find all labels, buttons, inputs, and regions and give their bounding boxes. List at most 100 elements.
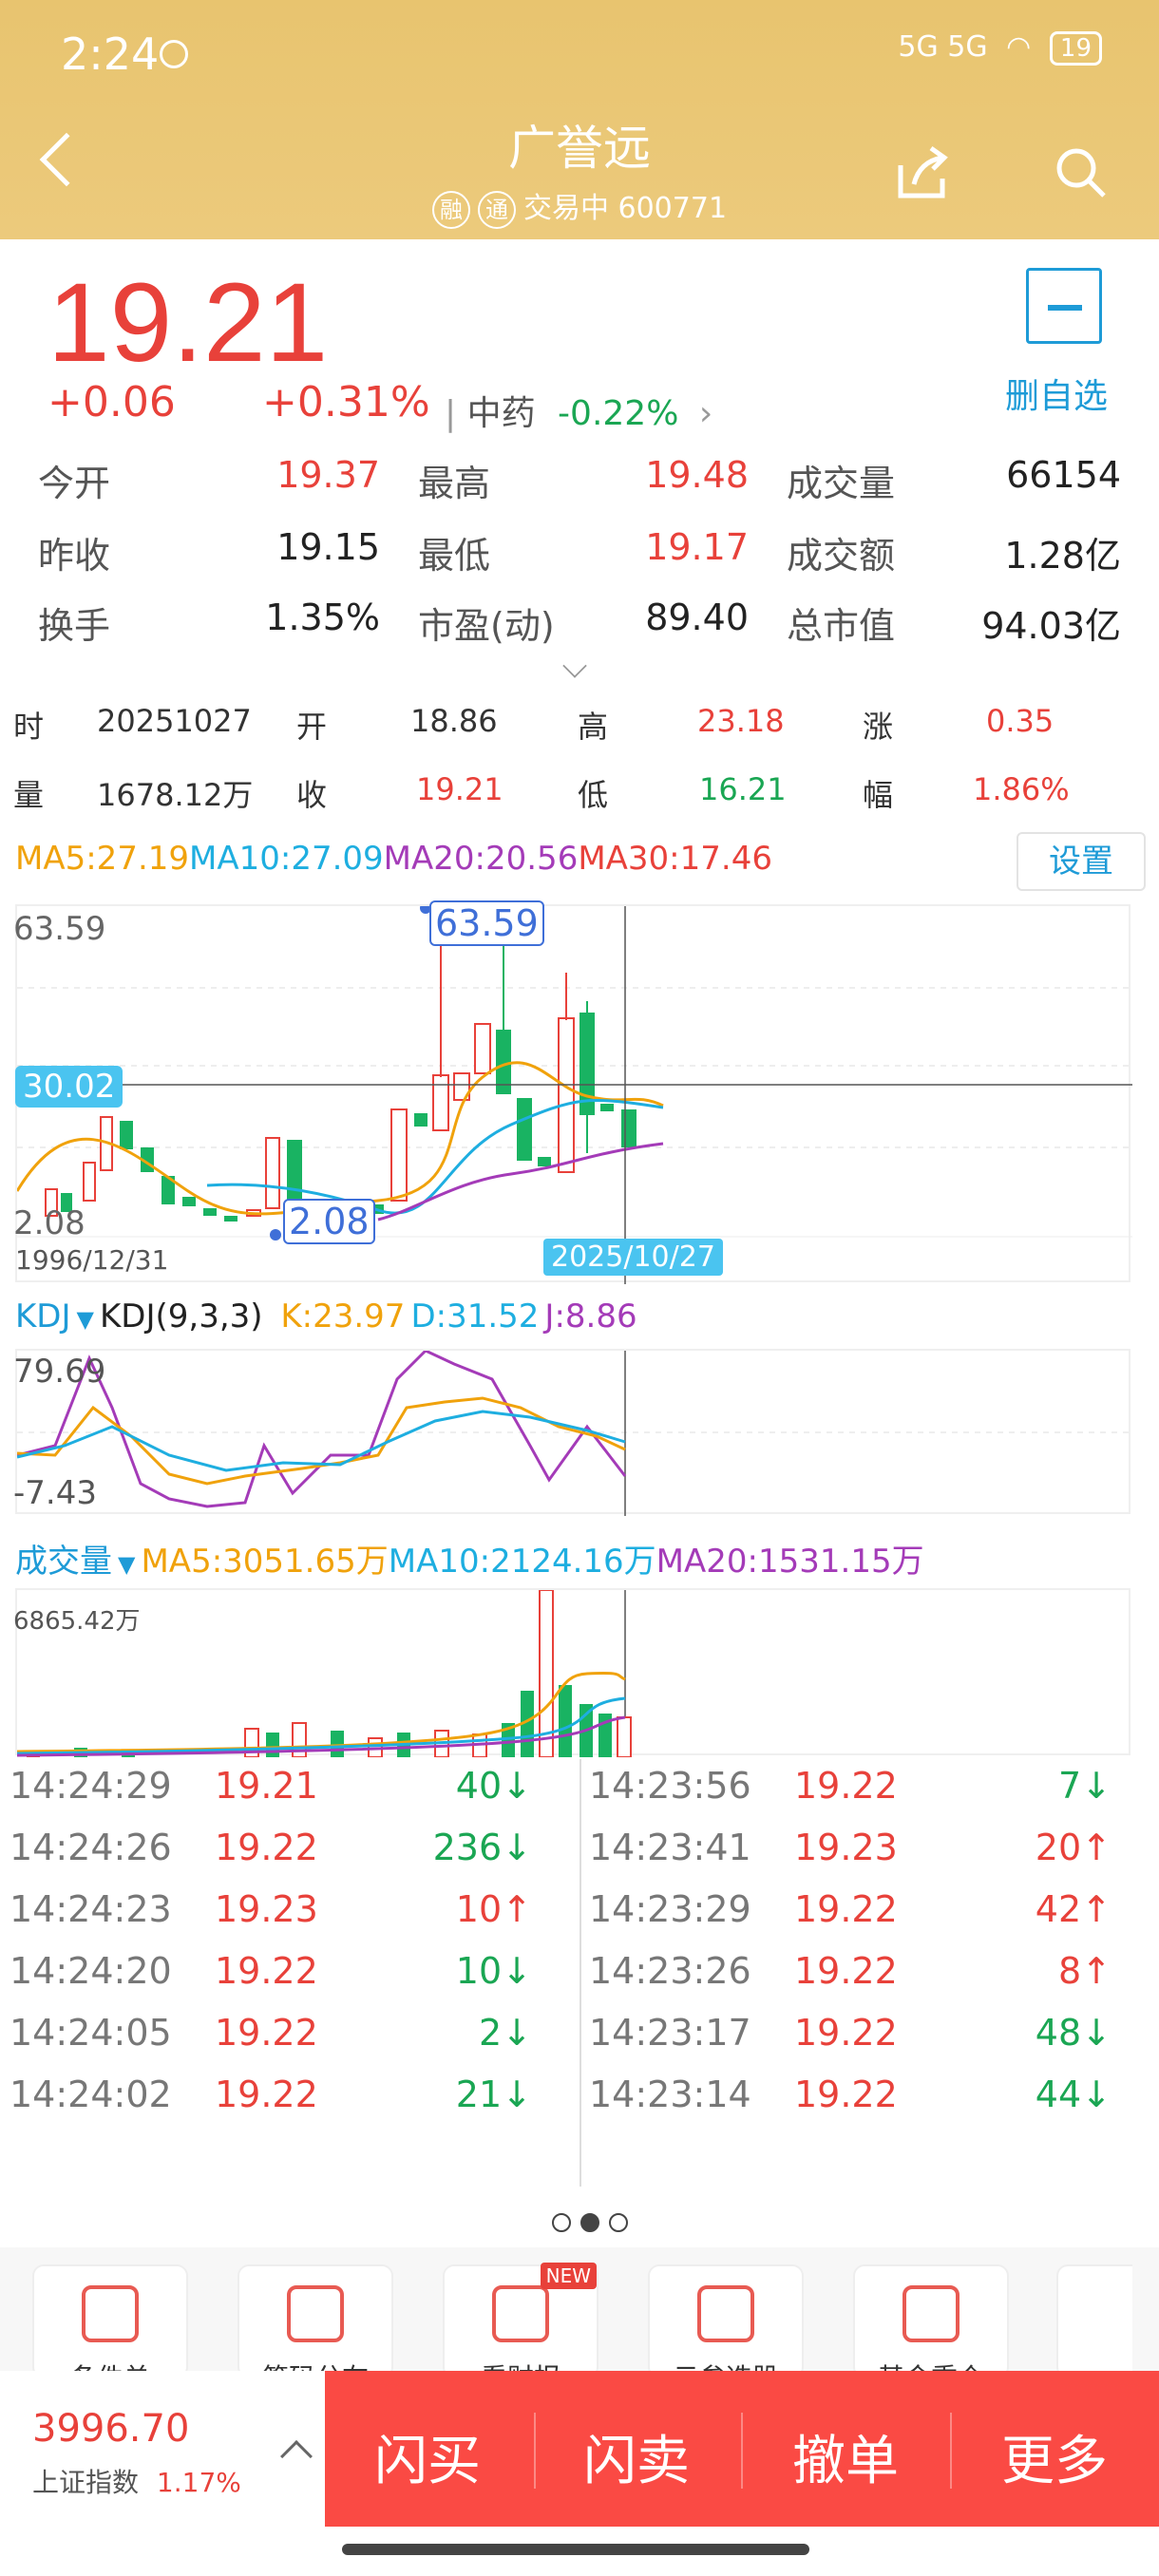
trade-time: 14:23:17 (589, 2012, 751, 2054)
index-name[interactable]: 上证指数 1.17% (32, 2462, 241, 2500)
trade-row: 14:23:17 19.22 48↓ (0, 2012, 1159, 2059)
stat-value: 1.35% (265, 597, 380, 638)
expand-chevron-icon[interactable] (562, 653, 587, 678)
search-icon[interactable] (1053, 144, 1110, 201)
connect-badge: 通 (477, 191, 516, 229)
trade-volume: 20↑ (1035, 1827, 1112, 1868)
tool-cloud-stock[interactable]: 云参选股 (648, 2264, 804, 2386)
sector-link[interactable]: | 中药 -0.22% › (445, 386, 712, 435)
divider (741, 2413, 743, 2489)
arrow-down-icon: ↓ (1081, 2012, 1112, 2054)
ma-legend: MA5:27.19MA10:27.09MA20:20.56MA30:17.46 (15, 840, 772, 878)
stat-value: 19.17 (645, 526, 749, 568)
stat-label: 昨收 (38, 535, 111, 577)
kline-max-label: 63.59 (13, 910, 106, 948)
status-icons: 5G 5G ◠ 19 (898, 30, 1102, 66)
cancel-order-button[interactable]: 撤单 (750, 2418, 940, 2495)
ma5-label: MA5:27.19 (15, 840, 190, 878)
dropdown-icon[interactable]: ▼ (118, 1551, 135, 1578)
tool-card-partial[interactable] (1056, 2264, 1132, 2378)
stat-label: 成交量 (787, 463, 896, 504)
status-time: 2:24 (61, 28, 160, 80)
tool-fund-holding[interactable]: 基金重仓 (853, 2264, 1009, 2386)
kdj-legend: KDJ ▼ KDJ(9,3,3) K:23.97 D:31.52 J:8.86 (15, 1297, 637, 1335)
stat-label: 成交额 (787, 535, 896, 577)
new-badge: NEW (540, 2263, 597, 2289)
index-value[interactable]: 3996.70 (32, 2407, 189, 2451)
kline-chart[interactable] (15, 902, 1132, 1284)
stat-label: 最低 (418, 535, 491, 577)
trade-row: 14:23:29 19.22 42↑ (0, 1888, 1159, 1936)
stat-value: 94.03亿 (981, 605, 1121, 647)
stat-value: 19.48 (645, 454, 749, 496)
trade-volume: 42↑ (1035, 1888, 1112, 1930)
stat-label: 市盈(动) (418, 605, 555, 647)
volume-legend: 成交量 ▼ MA5:3051.65万MA10:2124.16万MA20:1531.1… (15, 1543, 924, 1581)
stat-label: 最高 (418, 463, 491, 504)
trade-time: 14:23:41 (589, 1827, 751, 1868)
trade-row: 14:23:56 19.22 7↓ (0, 1765, 1159, 1812)
chevron-right-icon: › (698, 394, 713, 433)
dropdown-icon[interactable]: ▼ (77, 1306, 94, 1333)
margin-badge: 融 (431, 191, 470, 229)
trade-time: 14:23:56 (589, 1765, 751, 1807)
tool-video-report[interactable]: 看财报NEW (443, 2263, 598, 2386)
arrow-up-icon: ↑ (1081, 1888, 1112, 1930)
stat-label: 换手 (38, 605, 111, 647)
price-change: +0.06 (48, 378, 176, 426)
quick-buy-button[interactable]: 闪买 (332, 2418, 522, 2495)
kdj-chart[interactable] (15, 1349, 1132, 1516)
page-indicator[interactable] (547, 2213, 633, 2236)
remove-watchlist-button[interactable] (1026, 268, 1102, 344)
home-indicator[interactable] (342, 2544, 809, 2555)
volume-selector[interactable]: 成交量 (15, 1543, 112, 1581)
arrow-up-icon: ↑ (1081, 1950, 1112, 1992)
kdj-max-label: 79.69 (13, 1353, 106, 1391)
more-button[interactable]: 更多 (960, 2418, 1150, 2495)
stat-value: 19.15 (276, 526, 380, 568)
notification-icon (160, 40, 188, 68)
kline-min-label: 2.08 (13, 1204, 86, 1242)
arrow-down-icon: ↓ (1081, 1765, 1112, 1807)
kdj-selector[interactable]: KDJ (15, 1297, 71, 1335)
price-change-pct: +0.31% (262, 378, 430, 426)
page-dot[interactable] (552, 2213, 571, 2232)
bar-info-row2: 量 1678.12万 收 19.21 低 16.21 幅 1.86% (13, 771, 1070, 813)
fund-holding-icon (902, 2285, 960, 2342)
stat-value: 19.37 (276, 454, 380, 496)
trade-time: 14:23:14 (589, 2074, 751, 2115)
page-dot[interactable] (609, 2213, 628, 2232)
trade-price: 19.22 (794, 2074, 898, 2115)
header-bar: 2:24 5G 5G ◠ 19 广誉远 融通交易中 600771 (0, 0, 1159, 239)
arrow-down-icon: ↓ (1081, 2074, 1112, 2115)
kline-max-tag: 63.59 (429, 900, 544, 946)
trade-price: 19.22 (794, 2012, 898, 2054)
trade-time: 14:23:29 (589, 1888, 751, 1930)
ma10-label: MA10:27.09 (189, 840, 384, 878)
trade-volume: 48↓ (1035, 2012, 1112, 2054)
kdj-min-label: -7.43 (13, 1474, 97, 1512)
ma-settings-button[interactable]: 设置 (1016, 832, 1146, 891)
stat-value: 89.40 (645, 597, 749, 638)
tool-conditional-order[interactable]: 条件单 (32, 2264, 188, 2386)
quick-sell-button[interactable]: 闪卖 (542, 2418, 732, 2495)
volume-chart[interactable] (15, 1588, 1130, 1758)
current-price: 19.21 (48, 260, 329, 386)
sector-name: 中药 (466, 394, 536, 433)
trade-volume: 7↓ (1057, 1765, 1112, 1807)
arrow-up-icon: ↑ (1081, 1827, 1112, 1868)
stat-value: 66154 (1006, 454, 1121, 496)
trade-volume: 8↑ (1057, 1950, 1112, 1992)
remove-watchlist-label[interactable]: 删自选 (1005, 369, 1108, 418)
trade-time: 14:23:26 (589, 1950, 751, 1992)
tool-chip-distribution[interactable]: 筹码分布 (238, 2264, 393, 2386)
share-icon[interactable] (891, 142, 952, 203)
conditional-order-icon (82, 2285, 139, 2342)
page-dot-active[interactable] (580, 2213, 599, 2232)
cursor-price-tag: 30.02 (15, 1066, 124, 1108)
battery-icon: 19 (1049, 31, 1102, 66)
cloud-stock-icon (697, 2285, 754, 2342)
trade-row: 14:23:41 19.23 20↑ (0, 1827, 1159, 1874)
sector-change: -0.22% (558, 394, 679, 433)
trading-status: 融通交易中 600771 (0, 184, 1159, 229)
